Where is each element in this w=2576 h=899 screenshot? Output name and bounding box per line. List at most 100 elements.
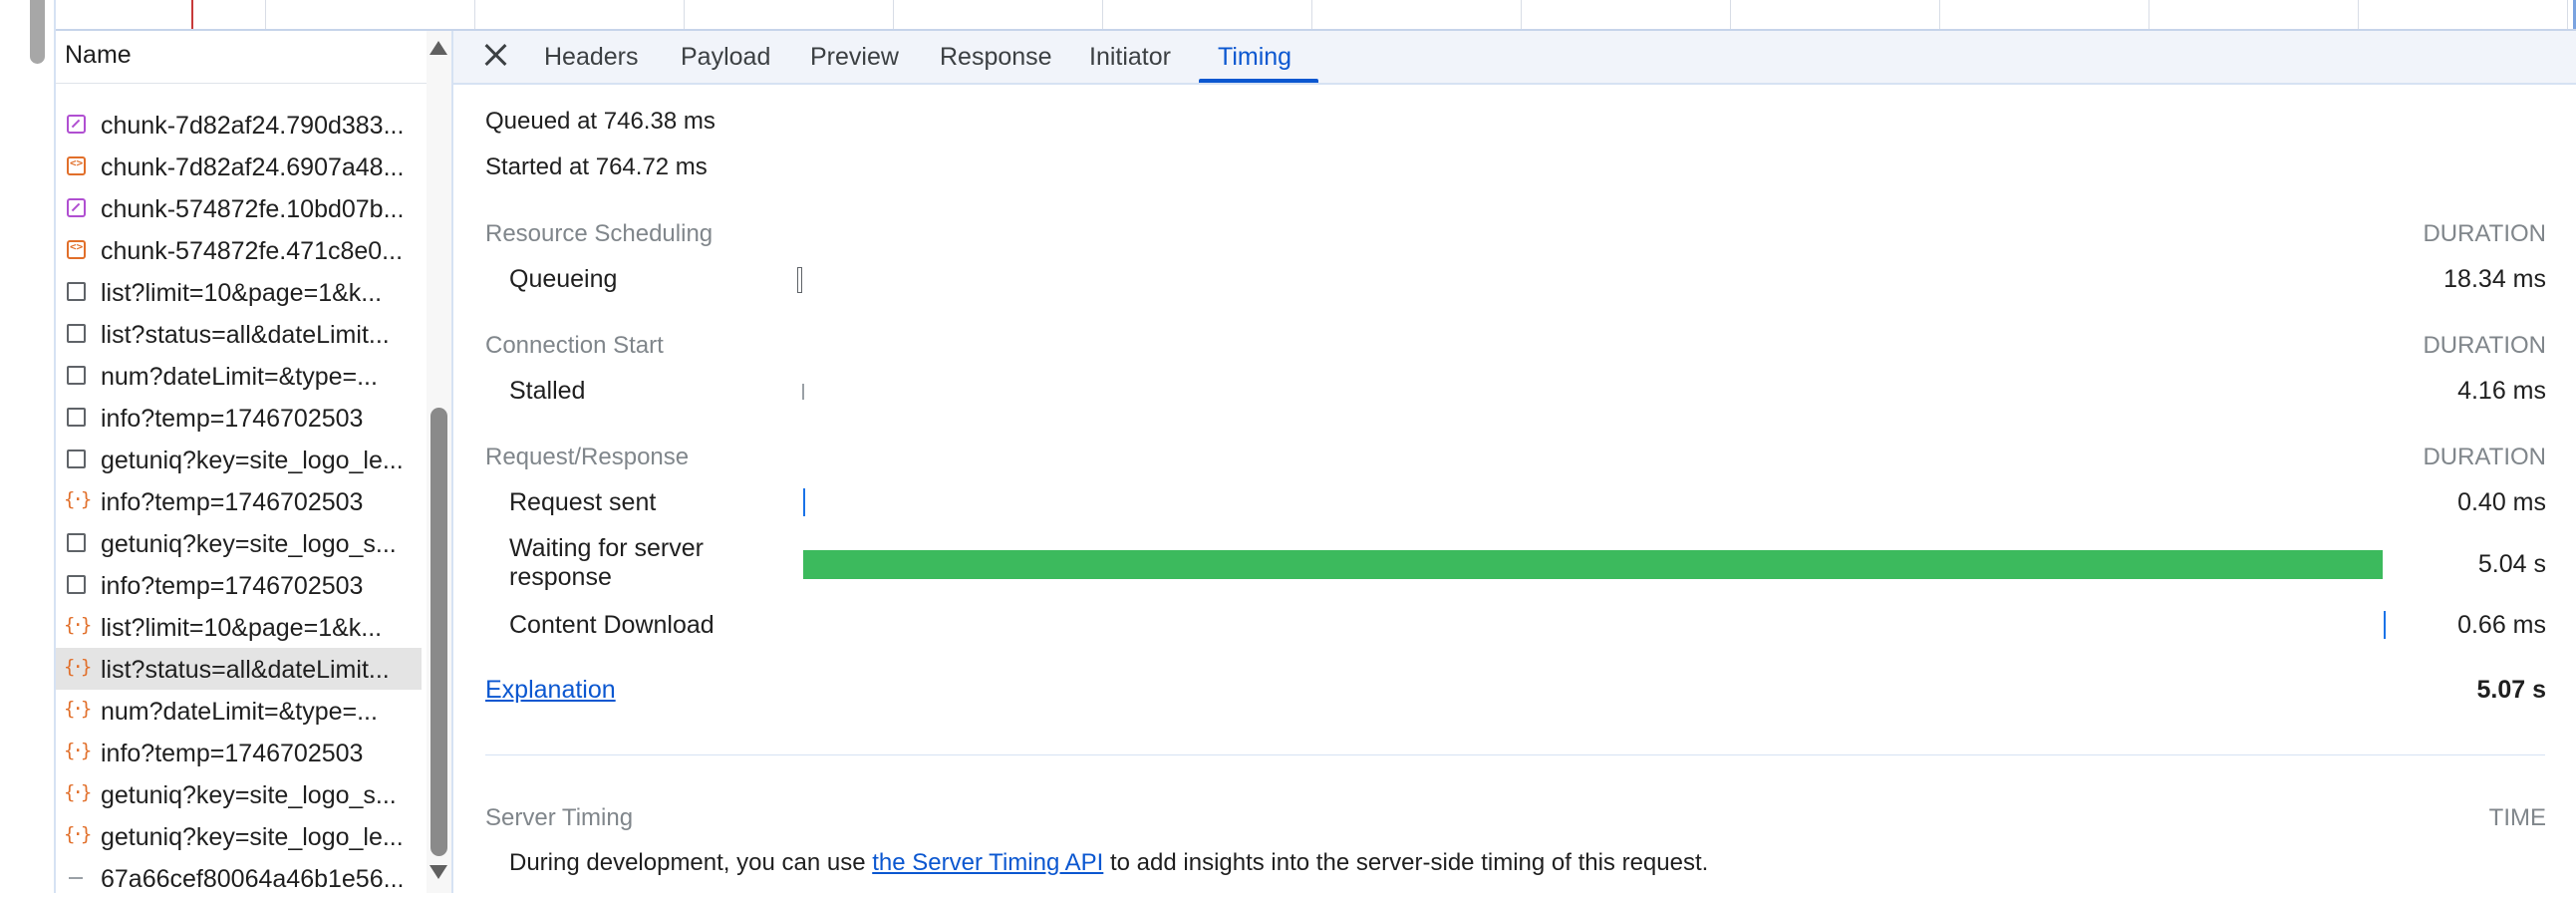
phase-content-download-value: 0.66 ms — [2457, 611, 2546, 639]
phase-waiting-label: Waiting for server response — [509, 534, 704, 591]
script-icon — [67, 156, 86, 175]
request-row[interactable]: info?temp=1746702503 — [56, 732, 422, 773]
json-icon — [64, 488, 89, 510]
script-icon — [67, 240, 86, 259]
tab-timing[interactable]: Timing — [1218, 43, 1291, 72]
duration-header: DURATION — [2423, 332, 2546, 359]
total-duration: 5.07 s — [2476, 676, 2546, 704]
waiting-bar — [803, 550, 2383, 579]
request-list-panel: Name chunk-7d82af24.790d383... chunk-7d82… — [56, 31, 453, 893]
request-row-name: getuniq?key=site_logo_le... — [101, 823, 404, 851]
overview-gridline — [1730, 0, 1731, 29]
request-row-name: getuniq?key=site_logo_s... — [101, 781, 397, 809]
phase-queueing-label: Queueing — [509, 265, 618, 293]
phase-stalled-label: Stalled — [509, 377, 586, 405]
request-row[interactable]: chunk-574872fe.471c8e0... — [56, 229, 422, 271]
detail-tab-bar: Headers Payload Preview Response Initiat… — [453, 31, 2576, 85]
scroll-down-icon[interactable] — [429, 865, 447, 879]
server-timing-text: During development, you can use the Serv… — [509, 849, 1708, 877]
active-tab-indicator — [1199, 79, 1318, 83]
request-row[interactable]: chunk-7d82af24.6907a48... — [56, 146, 422, 187]
name-column-header-label: Name — [65, 41, 132, 69]
request-row-name: info?temp=1746702503 — [101, 572, 364, 600]
explanation-link[interactable]: Explanation — [485, 676, 616, 705]
scroll-up-icon[interactable] — [429, 41, 447, 55]
close-icon[interactable] — [480, 39, 510, 69]
overview-timeline[interactable] — [56, 0, 2576, 31]
server-timing-api-link[interactable]: the Server Timing API — [872, 849, 1103, 876]
overview-gridline — [684, 0, 685, 29]
request-row-name: num?dateLimit=&type=... — [101, 363, 378, 391]
section-divider — [485, 754, 2545, 755]
request-row[interactable]: list?status=all&dateLimit... — [56, 313, 422, 355]
document-icon — [67, 408, 86, 427]
json-icon — [64, 614, 89, 636]
request-row[interactable]: info?temp=1746702503 — [56, 564, 422, 606]
request-row[interactable]: chunk-7d82af24.790d383... — [56, 104, 422, 146]
phase-waiting-value: 5.04 s — [2477, 550, 2546, 578]
request-row[interactable]: getuniq?key=site_logo_s... — [56, 522, 422, 564]
request-row-name: info?temp=1746702503 — [101, 740, 364, 767]
outer-scrollbar-thumb[interactable] — [30, 0, 45, 64]
request-row[interactable]: num?dateLimit=&type=... — [56, 355, 422, 397]
request-row-name: list?limit=10&page=1&k... — [101, 614, 383, 642]
json-icon — [64, 781, 89, 803]
phase-request-sent-value: 0.40 ms — [2457, 488, 2546, 516]
request-row-name: list?status=all&dateLimit... — [101, 656, 390, 684]
section-title-connection-start: Connection Start — [485, 332, 664, 359]
scrollbar-thumb[interactable] — [430, 408, 447, 856]
request-row[interactable]: getuniq?key=site_logo_le... — [56, 815, 422, 857]
section-title-resource-scheduling: Resource Scheduling — [485, 220, 714, 247]
started-at: Started at 764.72 ms — [485, 153, 708, 180]
tab-preview[interactable]: Preview — [810, 43, 899, 72]
section-title-request-response: Request/Response — [485, 444, 690, 470]
request-row-name: chunk-7d82af24.790d383... — [101, 112, 405, 140]
request-row[interactable]: num?dateLimit=&type=... — [56, 690, 422, 732]
request-row-name: chunk-574872fe.10bd07b... — [101, 195, 405, 223]
tab-payload[interactable]: Payload — [681, 43, 770, 72]
request-row-name: 67a66cef80064a46b1e56... — [101, 865, 405, 893]
request-row[interactable]: info?temp=1746702503 — [56, 480, 422, 522]
queueing-bar — [797, 267, 802, 293]
stalled-bar — [802, 384, 804, 400]
request-row[interactable]: getuniq?key=site_logo_le... — [56, 439, 422, 480]
request-row[interactable]: list?limit=10&page=1&k... — [56, 271, 422, 313]
request-list-scrollbar[interactable] — [427, 31, 451, 893]
queued-at: Queued at 746.38 ms — [485, 108, 716, 135]
document-icon — [67, 575, 86, 594]
overview-gridline — [1939, 0, 1940, 29]
overview-gridline — [265, 0, 266, 29]
request-row[interactable]: info?temp=1746702503 — [56, 397, 422, 439]
content-download-bar — [2384, 611, 2386, 639]
request-row-name: getuniq?key=site_logo_le... — [101, 447, 404, 474]
tab-headers[interactable]: Headers — [544, 43, 639, 72]
request-row[interactable]: chunk-574872fe.10bd07b... — [56, 187, 422, 229]
section-title-server-timing: Server Timing — [485, 804, 634, 831]
request-row[interactable]: getuniq?key=site_logo_s... — [56, 773, 422, 815]
duration-header: DURATION — [2423, 220, 2546, 247]
json-icon — [64, 656, 89, 678]
document-icon — [67, 450, 86, 468]
document-icon — [67, 533, 86, 552]
document-icon — [67, 366, 86, 385]
request-row[interactable]: list?status=all&dateLimit... — [56, 648, 422, 690]
tab-response[interactable]: Response — [940, 43, 1052, 72]
name-column-header[interactable]: Name — [56, 31, 427, 84]
overview-gridline — [893, 0, 894, 29]
phase-content-download-label: Content Download — [509, 611, 715, 639]
overview-gridline — [474, 0, 475, 29]
request-row-name: list?status=all&dateLimit... — [101, 321, 390, 349]
tab-initiator[interactable]: Initiator — [1089, 43, 1171, 72]
request-row-name: list?limit=10&page=1&k... — [101, 279, 383, 307]
overview-gridline — [2358, 0, 2359, 29]
request-row-name: chunk-574872fe.471c8e0... — [101, 237, 404, 265]
request-sent-bar — [803, 488, 805, 516]
request-row-name: info?temp=1746702503 — [101, 488, 364, 516]
phase-request-sent-label: Request sent — [509, 488, 657, 516]
request-row-name: getuniq?key=site_logo_s... — [101, 530, 397, 558]
request-row[interactable]: list?limit=10&page=1&k... — [56, 606, 422, 648]
server-timing-text-after: to add insights into the server-side tim… — [1103, 849, 1709, 876]
overview-gridline — [2148, 0, 2149, 29]
request-row-name: info?temp=1746702503 — [101, 405, 364, 433]
time-header: TIME — [2488, 804, 2546, 831]
